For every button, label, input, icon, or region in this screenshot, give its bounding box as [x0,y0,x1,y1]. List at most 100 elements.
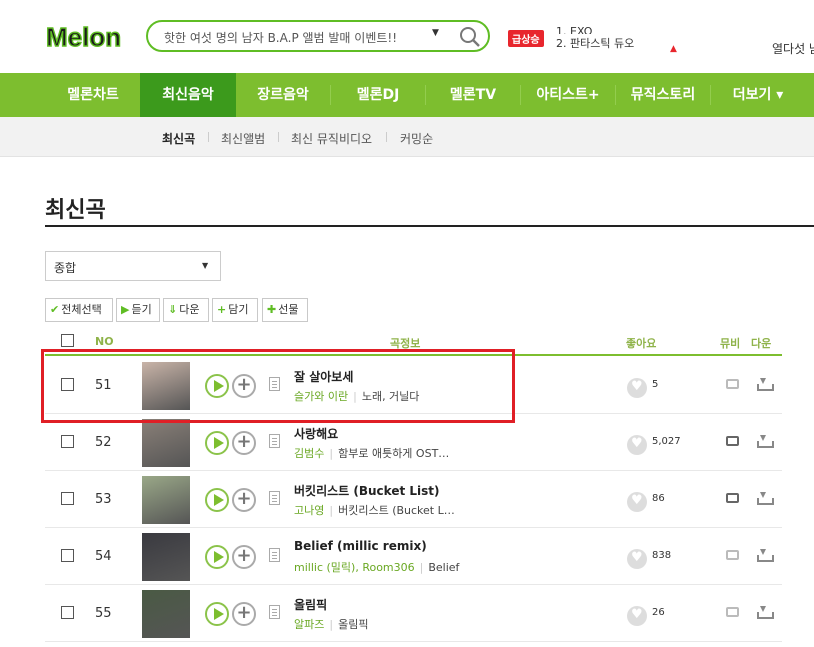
download-icon[interactable] [757,434,774,448]
meta-divider: | [329,504,334,517]
title-divider [45,225,814,227]
download-button[interactable]: ⇓ 다운 [163,298,209,322]
song-info-icon[interactable] [269,491,280,505]
row-checkbox[interactable] [61,549,74,562]
album-link[interactable]: 올림픽 [338,618,368,631]
heart-icon[interactable] [627,378,647,398]
play-icon: ▶ [121,303,130,316]
melon-logo[interactable]: Melon [44,16,134,56]
play-icon[interactable] [205,545,229,569]
nav-music-story[interactable]: 뮤직스토리 [616,73,710,117]
table-row[interactable]: 53 + 버킷리스트 (Bucket List) 고나영 | 버킷리스트 (Bucket … [45,471,782,528]
album-link[interactable]: 함부로 애틋하게 OST… [338,447,449,460]
search-input[interactable]: 핫한 여섯 명의 남자 B.A.P 앨범 발매 이벤트!! [164,29,397,46]
search-bar[interactable]: 핫한 여섯 명의 남자 B.A.P 앨범 발매 이벤트!! ▼ [146,20,490,52]
heart-icon[interactable] [627,435,647,455]
row-rank: 54 [95,549,112,564]
header-right-text[interactable]: 열다섯 남 [772,40,814,57]
genre-filter-select[interactable]: 종합 ▼ [45,251,221,281]
album-link[interactable]: 버킷리스트 (Bucket L… [338,504,455,517]
gift-icon: ✚ [267,303,277,316]
music-video-icon[interactable] [726,436,739,446]
row-checkbox[interactable] [61,435,74,448]
song-title[interactable]: Belief (millic remix) [294,539,427,553]
like-count: 838 [652,550,672,561]
table-row[interactable]: 54 + Belief (millic remix) millic (밀릭), Roo… [45,528,782,585]
heart-icon[interactable] [627,492,647,512]
play-icon[interactable] [205,488,229,512]
rising-arrow-icon: ▲ [670,44,677,54]
plus-icon: + [217,303,227,316]
select-all-button[interactable]: ✔ 전체선택 [45,298,113,322]
subnav-latest-mv[interactable]: 최신 뮤직비디오 [291,130,372,147]
artist-link[interactable]: 김범수 [294,447,324,460]
rising-keyword-2[interactable]: 2. 판타스틱 듀오 [556,34,634,54]
nav-melon-dj[interactable]: 멜론DJ [331,73,425,117]
gift-button[interactable]: ✚ 선물 [262,298,308,322]
download-icon: ⇓ [168,303,178,316]
nav-melon-chart[interactable]: 멜론차트 [46,73,140,117]
music-video-icon[interactable] [726,379,739,389]
album-cover[interactable] [142,590,190,638]
nav-genre-music[interactable]: 장르음악 [236,73,330,117]
music-video-icon[interactable] [726,493,739,503]
song-info-icon[interactable] [269,434,280,448]
download-icon[interactable] [757,548,774,562]
download-icon[interactable] [757,377,774,391]
song-title[interactable]: 사랑해요 [294,425,338,442]
add-to-playlist-button[interactable]: + 담기 [212,298,258,322]
download-icon[interactable] [757,605,774,619]
main-nav: 멜론차트 최신음악 장르음악 멜론DJ 멜론TV 아티스트+ 뮤직스토리 더보기… [0,73,814,117]
row-checkbox[interactable] [61,606,74,619]
like-count: 86 [652,493,665,504]
like-count: 26 [652,607,665,618]
rising-keywords[interactable]: 1. EXO 2. 판타스틱 듀오 [556,22,634,54]
song-info-icon[interactable] [269,548,280,562]
song-title[interactable]: 올림픽 [294,596,327,613]
listen-button[interactable]: ▶ 듣기 [116,298,160,322]
artist-link[interactable]: 알파즈 [294,618,324,631]
row-rank: 52 [95,435,112,450]
music-video-icon[interactable] [726,607,739,617]
album-cover[interactable] [142,533,190,581]
play-icon[interactable] [205,602,229,626]
search-dropdown-icon[interactable]: ▼ [432,28,439,38]
row-rank: 55 [95,606,112,621]
song-title[interactable]: 버킷리스트 (Bucket List) [294,482,440,499]
song-info-icon[interactable] [269,605,280,619]
add-icon[interactable]: + [232,431,256,455]
music-video-icon[interactable] [726,550,739,560]
heart-icon[interactable] [627,549,647,569]
album-cover[interactable] [142,419,190,467]
search-icon[interactable] [458,25,482,49]
subnav-latest-songs[interactable]: 최신곡 [162,130,195,147]
add-icon[interactable]: + [232,602,256,626]
play-icon[interactable] [205,431,229,455]
genre-filter-value: 종합 [54,261,77,275]
artist-link[interactable]: millic (밀릭) [294,561,355,574]
rising-keyword-1[interactable]: 1. EXO [556,22,634,34]
add-icon[interactable]: + [232,545,256,569]
download-icon[interactable] [757,491,774,505]
meta-divider: | [329,618,334,631]
artist-link[interactable]: 고나영 [294,504,324,517]
subnav-divider [208,132,209,142]
nav-latest-music[interactable]: 최신음악 [140,73,236,117]
subnav-divider [386,132,387,142]
album-cover[interactable] [142,476,190,524]
nav-melon-tv[interactable]: 멜론TV [426,73,520,117]
subnav-latest-albums[interactable]: 최신앨범 [221,130,265,147]
album-link[interactable]: Belief [428,561,459,574]
row-checkbox[interactable] [61,492,74,505]
meta-divider: | [419,561,424,574]
subnav-coming-soon[interactable]: 커밍순 [400,130,433,147]
nav-artist-plus[interactable]: 아티스트+ [521,73,615,117]
add-icon[interactable]: + [232,488,256,512]
artist-link[interactable]: Room306 [362,561,414,574]
select-all-checkbox[interactable] [61,334,74,347]
select-all-label: 전체선택 [61,303,102,316]
like-count: 5 [652,379,659,390]
nav-more[interactable]: 더보기 ▾ [711,73,805,117]
table-row[interactable]: 55+올림픽알파즈|올림픽26 [45,585,782,642]
heart-icon[interactable] [627,606,647,626]
